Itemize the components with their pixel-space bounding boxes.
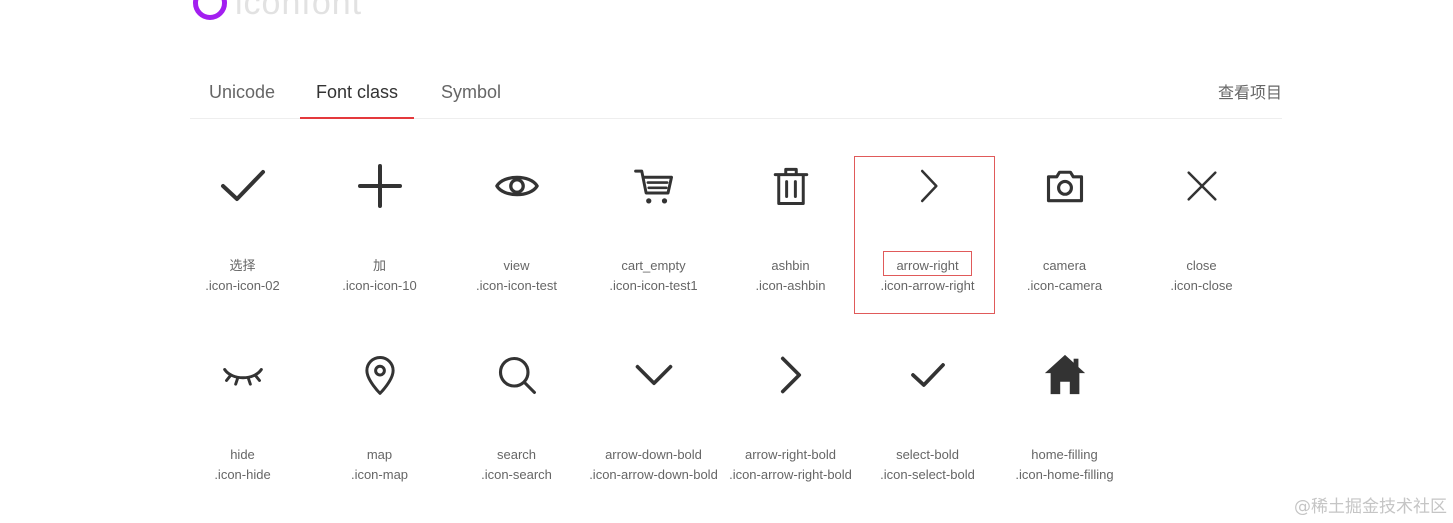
icon-name: camera (1042, 258, 1087, 273)
icon-class: .icon-select-bold (880, 467, 975, 482)
trash-icon (722, 156, 859, 216)
icon-class: .icon-search (481, 467, 552, 482)
icon-card[interactable]: select-bold .icon-select-bold (859, 345, 996, 515)
logo-text: iconfont (235, 0, 363, 22)
tab-unicode[interactable]: Unicode (198, 66, 286, 117)
icon-card[interactable]: ashbin .icon-ashbin (722, 156, 859, 326)
icon-name: select-bold (896, 447, 959, 462)
icon-name: view (503, 258, 530, 273)
icon-name: cart_empty (621, 258, 686, 273)
close-icon (1133, 156, 1270, 216)
icon-card[interactable]: 选择 .icon-icon-02 (174, 156, 311, 326)
icon-class: .icon-arrow-right-bold (729, 467, 852, 482)
icon-card[interactable]: cart_empty .icon-icon-test1 (585, 156, 722, 326)
icon-card[interactable]: close .icon-close (1133, 156, 1270, 326)
icon-name: arrow-right (896, 258, 959, 273)
icon-name: map (366, 447, 393, 462)
tab-bar: Unicode Font class Symbol 查看项目 (190, 66, 1282, 119)
icon-class: .icon-icon-02 (205, 278, 280, 293)
icon-class: .icon-ashbin (755, 278, 826, 293)
view-project-link[interactable]: 查看项目 (1218, 66, 1282, 122)
home-icon (996, 345, 1133, 405)
icon-card[interactable]: home-filling .icon-home-filling (996, 345, 1133, 515)
icon-name: ashbin (771, 258, 810, 273)
icon-name: home-filling (1031, 447, 1098, 462)
cart-icon (585, 156, 722, 216)
icon-card[interactable]: camera .icon-camera (996, 156, 1133, 326)
icon-class: .icon-home-filling (1015, 467, 1114, 482)
icon-class: .icon-hide (214, 467, 271, 482)
icon-name: 加 (372, 258, 386, 273)
check-icon (174, 156, 311, 216)
icon-card[interactable]: 加 .icon-icon-10 (311, 156, 448, 326)
logo-icon (193, 0, 227, 20)
icon-name: 选择 (229, 258, 256, 273)
arrow-right-icon (859, 156, 996, 216)
icon-card[interactable]: arrow-right .icon-arrow-right (859, 156, 996, 326)
watermark: @稀土掘金技术社区 (1294, 497, 1447, 517)
camera-icon (996, 156, 1133, 216)
icon-class: .icon-arrow-down-bold (589, 467, 718, 482)
arrow-down-bold-icon (585, 345, 722, 405)
iconfont-page: iconfont Unicode Font class Symbol 查看项目 … (0, 0, 1453, 523)
icon-class: .icon-icon-10 (342, 278, 417, 293)
icon-name: close (1186, 258, 1217, 273)
icon-class: .icon-camera (1026, 278, 1103, 293)
icon-card[interactable]: map .icon-map (311, 345, 448, 515)
icon-class: .icon-icon-test (476, 278, 557, 293)
logo[interactable]: iconfont (193, 0, 362, 26)
icon-card[interactable]: arrow-down-bold .icon-arrow-down-bold (585, 345, 722, 515)
eye-icon (448, 156, 585, 216)
search-icon (448, 345, 585, 405)
plus-icon (311, 156, 448, 216)
icon-card[interactable]: view .icon-icon-test (448, 156, 585, 326)
icon-name: search (496, 447, 537, 462)
icon-class: .icon-arrow-right (880, 278, 975, 293)
icon-name: arrow-down-bold (605, 447, 702, 462)
arrow-right-bold-icon (722, 345, 859, 405)
icon-class: .icon-icon-test1 (609, 278, 698, 293)
icon-card[interactable]: arrow-right-bold .icon-arrow-right-bold (722, 345, 859, 515)
icon-class: .icon-map (350, 467, 409, 482)
tab-symbol[interactable]: Symbol (428, 66, 514, 117)
icon-name: arrow-right-bold (744, 447, 837, 462)
icon-name: hide (230, 447, 255, 462)
tab-font-class[interactable]: Font class (300, 66, 414, 119)
icon-class: .icon-close (1170, 278, 1233, 293)
eye-closed-icon (174, 345, 311, 405)
icon-card[interactable]: hide .icon-hide (174, 345, 311, 515)
map-pin-icon (311, 345, 448, 405)
check-bold-icon (859, 345, 996, 405)
icon-card[interactable]: search .icon-search (448, 345, 585, 515)
